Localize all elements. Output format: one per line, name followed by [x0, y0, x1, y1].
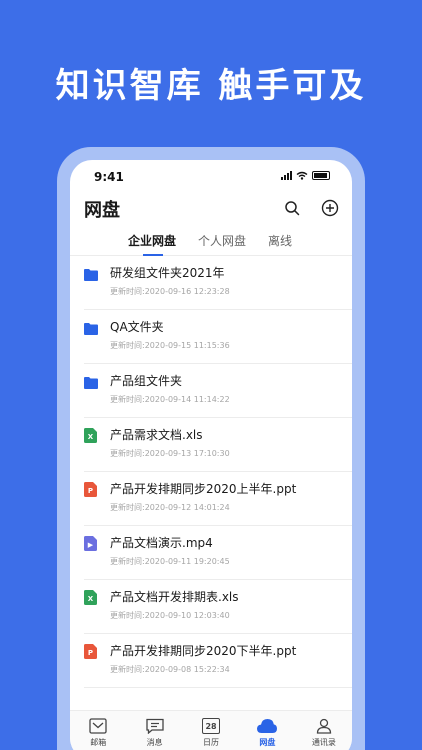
search-icon	[285, 201, 300, 216]
svg-text:▶: ▶	[88, 541, 94, 549]
status-icons	[281, 171, 330, 180]
message-icon	[145, 718, 164, 734]
tabbar-item-cloud[interactable]: 网盘	[239, 711, 295, 750]
file-name: QA文件夹	[110, 320, 164, 334]
bottom-tab-bar: 邮箱 消息 28 日历 网盘 通讯录	[70, 710, 352, 750]
updated-value: 2020-09-11 19:20:45	[144, 557, 230, 566]
updated-value: 2020-09-13 17:10:30	[144, 449, 230, 458]
file-updated-time: 更新时间:2020-09-12 14:01:24	[110, 502, 230, 513]
file-name: 产品需求文档.xls	[110, 428, 203, 442]
svg-text:X: X	[88, 595, 94, 603]
app-bar: 网盘	[70, 190, 352, 226]
tab-personal-drive[interactable]: 个人网盘	[198, 232, 246, 249]
file-list-item[interactable]: P 产品开发排期同步2020下半年.ppt 更新时间:2020-09-08 15:2…	[84, 634, 352, 688]
phone-screen: 9:41 网盘 企业网盘 个人网盘 离线 研发组文件夹2021年 更新时间:20…	[70, 160, 352, 750]
updated-label: 更新时间:	[110, 287, 145, 296]
add-circle-icon	[321, 199, 339, 217]
updated-label: 更新时间:	[110, 449, 145, 458]
updated-value: 2020-09-16 12:23:28	[144, 287, 230, 296]
page-title: 网盘	[84, 200, 120, 221]
file-list-item[interactable]: X 产品文档开发排期表.xls 更新时间:2020-09-10 12:03:40	[84, 580, 352, 634]
file-updated-time: 更新时间:2020-09-10 12:03:40	[110, 610, 230, 621]
promo-headline: 知识智库 触手可及	[55, 66, 367, 106]
folder-icon	[84, 266, 98, 281]
file-updated-time: 更新时间:2020-09-08 15:22:34	[110, 664, 230, 675]
updated-label: 更新时间:	[110, 557, 145, 566]
file-name: 产品开发排期同步2020下半年.ppt	[110, 644, 297, 658]
tabbar-label: 消息	[146, 738, 163, 747]
tabbar-item-mail[interactable]: 邮箱	[70, 711, 126, 750]
file-list-item[interactable]: ▶ 产品文档演示.mp4 更新时间:2020-09-11 19:20:45	[84, 526, 352, 580]
file-updated-time: 更新时间:2020-09-11 19:20:45	[110, 556, 230, 567]
file-updated-time: 更新时间:2020-09-15 11:15:36	[110, 340, 230, 351]
file-updated-time: 更新时间:2020-09-14 11:14:22	[110, 394, 230, 405]
tabbar-label: 网盘	[259, 738, 276, 747]
drive-tabs: 企业网盘 个人网盘 离线	[70, 226, 352, 256]
file-name: 产品文档开发排期表.xls	[110, 590, 239, 604]
file-list-item[interactable]: QA文件夹更新时间:2020-09-15 11:15:36	[84, 310, 352, 364]
tabbar-item-message[interactable]: 消息	[126, 711, 182, 750]
updated-label: 更新时间:	[110, 611, 145, 620]
add-button[interactable]	[320, 198, 340, 218]
file-list-item[interactable]: 研发组文件夹2021年 更新时间:2020-09-16 12:23:28	[84, 256, 352, 310]
file-name: 产品文档演示.mp4	[110, 536, 213, 550]
search-button[interactable]	[282, 198, 302, 218]
svg-text:X: X	[88, 433, 94, 441]
contacts-icon	[315, 718, 333, 734]
updated-value: 2020-09-10 12:03:40	[144, 611, 230, 620]
updated-label: 更新时间:	[110, 665, 145, 674]
updated-value: 2020-09-12 14:01:24	[144, 503, 230, 512]
ppt-file-icon: P	[84, 644, 98, 659]
tabbar-item-calendar[interactable]: 28 日历	[183, 711, 239, 750]
ppt-file-icon: P	[84, 482, 98, 497]
battery-icon	[312, 171, 330, 180]
updated-value: 2020-09-14 11:14:22	[144, 395, 230, 404]
updated-value: 2020-09-08 15:22:34	[144, 665, 230, 674]
updated-label: 更新时间:	[110, 503, 145, 512]
updated-value: 2020-09-15 11:15:36	[144, 341, 230, 350]
folder-icon	[84, 320, 98, 335]
calendar-day: 28	[205, 721, 217, 731]
mail-icon	[89, 718, 107, 734]
file-list: 研发组文件夹2021年 更新时间:2020-09-16 12:23:28 QA文件夹…	[70, 256, 352, 688]
svg-text:P: P	[88, 487, 93, 495]
file-updated-time: 更新时间:2020-09-16 12:23:28	[110, 286, 230, 297]
status-time: 9:41	[94, 170, 124, 184]
tabbar-label: 日历	[203, 738, 220, 747]
tabbar-label: 邮箱	[90, 738, 107, 747]
updated-label: 更新时间:	[110, 395, 145, 404]
file-updated-time: 更新时间:2020-09-13 17:10:30	[110, 448, 230, 459]
file-list-item[interactable]: 产品组文件夹更新时间:2020-09-14 11:14:22	[84, 364, 352, 418]
folder-icon	[84, 374, 98, 389]
excel-file-icon: X	[84, 590, 98, 605]
file-list-item[interactable]: X 产品需求文档.xls 更新时间:2020-09-13 17:10:30	[84, 418, 352, 472]
tab-offline[interactable]: 离线	[268, 232, 292, 249]
file-name: 产品开发排期同步2020上半年.ppt	[110, 482, 297, 496]
wifi-icon	[296, 171, 308, 180]
tabbar-label: 通讯录	[311, 738, 336, 747]
svg-text:P: P	[88, 649, 93, 657]
cellular-signal-icon	[281, 171, 292, 180]
file-list-item[interactable]: P 产品开发排期同步2020上半年.ppt 更新时间:2020-09-12 14:0…	[84, 472, 352, 526]
tab-enterprise-drive[interactable]: 企业网盘	[128, 232, 176, 249]
video-file-icon: ▶	[84, 536, 98, 551]
updated-label: 更新时间:	[110, 341, 145, 350]
calendar-icon: 28	[202, 718, 221, 734]
status-bar: 9:41	[70, 160, 352, 190]
tabbar-item-contacts[interactable]: 通讯录	[296, 711, 352, 750]
file-name: 产品组文件夹	[110, 374, 183, 388]
excel-file-icon: X	[84, 428, 98, 443]
cloud-icon	[256, 718, 278, 734]
file-name: 研发组文件夹2021年	[110, 266, 225, 280]
